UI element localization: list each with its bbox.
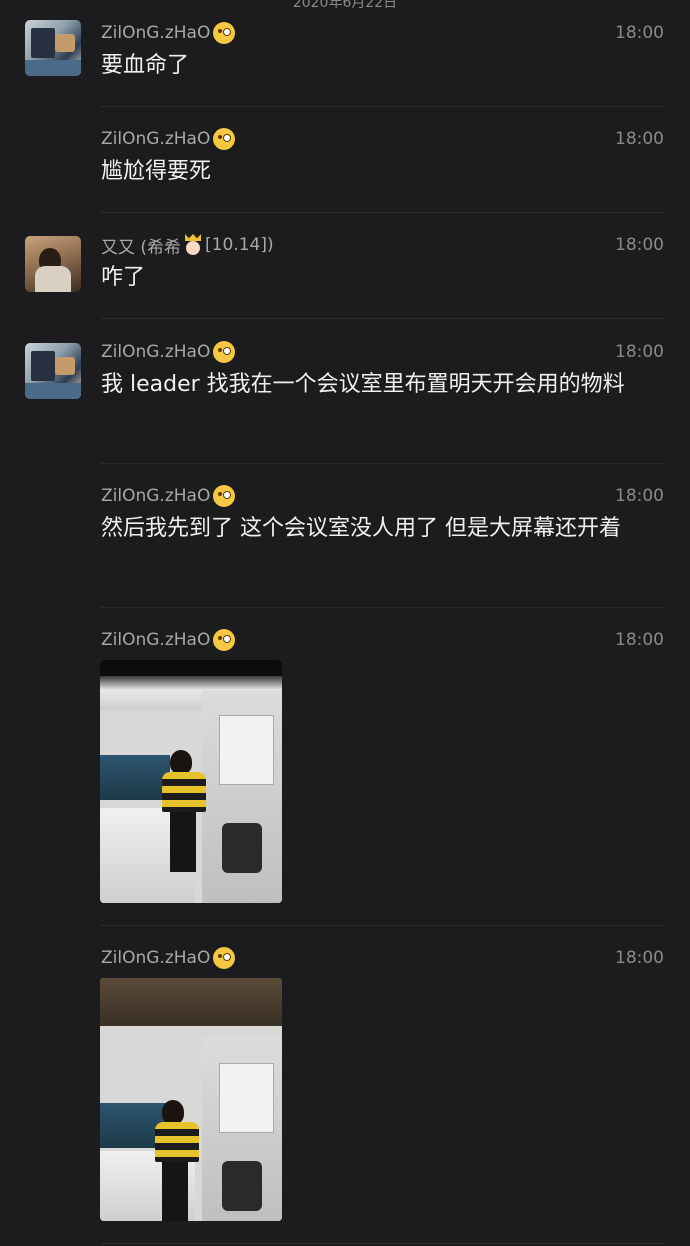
message-time: 18:00 <box>615 486 664 506</box>
avatar[interactable] <box>25 236 81 292</box>
face-with-monocle-icon <box>213 341 236 363</box>
image-message[interactable] <box>100 660 282 903</box>
princess-icon <box>183 234 203 256</box>
sender-name: ZilOnG.zHaO <box>101 342 211 362</box>
divider <box>101 463 664 464</box>
date-header: 2020年6月22日 <box>292 0 398 11</box>
chat-message[interactable]: ZilOnG.zHaO 18:00 <box>0 627 690 925</box>
message-time: 18:00 <box>615 23 664 43</box>
face-with-monocle-icon <box>213 128 236 150</box>
sender-name: ZilOnG.zHaO <box>101 23 211 43</box>
divider <box>101 607 664 608</box>
chat-message[interactable]: ZilOnG.zHaO 18:00 <box>0 945 690 1245</box>
sender-name-row: ZilOnG.zHaO <box>101 945 236 971</box>
message-text[interactable]: 尴尬得要死 <box>101 154 666 190</box>
sender-name-row: ZilOnG.zHaO <box>101 627 236 653</box>
sender-name-row: ZilOnG.zHaO <box>101 126 236 152</box>
message-text[interactable]: 然后我先到了 这个会议室没人用了 但是大屏幕还开着 <box>101 511 666 547</box>
message-text[interactable]: 要血命了 <box>101 48 666 84</box>
sender-name: ZilOnG.zHaO <box>101 129 211 149</box>
message-text[interactable]: 咋了 <box>101 260 666 296</box>
chat-message[interactable]: ZilOnG.zHaO 18:00 我 leader 找我在一个会议室里布置明天… <box>0 339 690 463</box>
sender-name: 又又 (希希 <box>101 237 182 258</box>
image-message[interactable] <box>100 978 282 1221</box>
sender-name-suffix: [10.14]) <box>205 235 274 255</box>
sender-name-row: ZilOnG.zHaO <box>101 483 236 509</box>
message-time: 18:00 <box>615 948 664 968</box>
sender-name: ZilOnG.zHaO <box>101 948 211 968</box>
sender-name-row: ZilOnG.zHaO <box>101 20 236 46</box>
message-time: 18:00 <box>615 129 664 149</box>
chat-message[interactable]: 又又 (希希 [10.14]) 18:00 咋了 <box>0 232 690 318</box>
chat-message[interactable]: ZilOnG.zHaO 18:00 要血命了 <box>0 20 690 106</box>
sender-name: ZilOnG.zHaO <box>101 630 211 650</box>
divider <box>101 318 664 319</box>
chat-message[interactable]: ZilOnG.zHaO 18:00 尴尬得要死 <box>0 126 690 212</box>
avatar[interactable] <box>25 20 81 76</box>
avatar[interactable] <box>25 343 81 399</box>
divider <box>101 212 664 213</box>
message-text[interactable]: 我 leader 找我在一个会议室里布置明天开会用的物料 <box>101 367 666 403</box>
sender-name-row: ZilOnG.zHaO <box>101 339 236 365</box>
face-with-monocle-icon <box>213 947 236 969</box>
sender-name-row: 又又 (希希 [10.14]) <box>101 232 274 258</box>
face-with-monocle-icon <box>213 22 236 44</box>
divider <box>101 1243 664 1244</box>
chat-message[interactable]: ZilOnG.zHaO 18:00 然后我先到了 这个会议室没人用了 但是大屏幕… <box>0 483 690 607</box>
message-time: 18:00 <box>615 235 664 255</box>
divider <box>101 106 664 107</box>
sender-name: ZilOnG.zHaO <box>101 486 211 506</box>
message-time: 18:00 <box>615 342 664 362</box>
message-time: 18:00 <box>615 630 664 650</box>
face-with-monocle-icon <box>213 485 236 507</box>
face-with-monocle-icon <box>213 629 236 651</box>
divider <box>101 925 664 926</box>
